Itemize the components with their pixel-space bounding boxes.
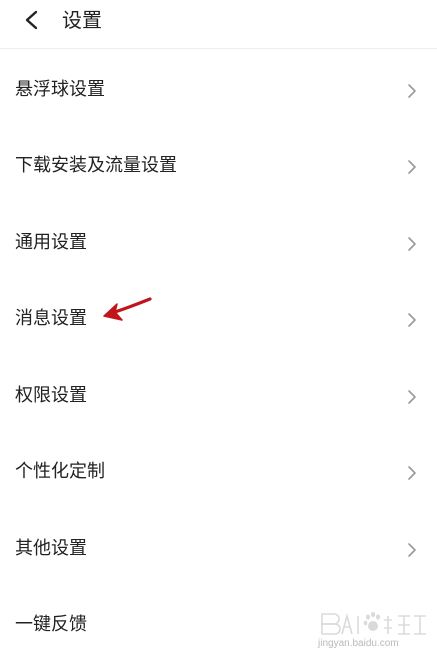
menu-item-message-settings[interactable]: 消息设置	[0, 282, 437, 358]
back-button[interactable]	[16, 6, 48, 36]
chevron-right-icon	[407, 83, 417, 99]
chevron-right-icon	[407, 159, 417, 175]
menu-item-label: 下载安装及流量设置	[15, 155, 177, 176]
menu-item-label: 个性化定制	[15, 461, 105, 482]
chevron-right-icon	[407, 389, 417, 405]
menu-item-label: 一键反馈	[15, 614, 87, 635]
menu-item-label: 悬浮球设置	[15, 79, 105, 100]
chevron-right-icon	[407, 465, 417, 481]
menu-item-floating-ball-settings[interactable]: 悬浮球设置	[0, 53, 437, 129]
chevron-right-icon	[407, 542, 417, 558]
menu-item-general-settings[interactable]: 通用设置	[0, 206, 437, 282]
menu-item-download-traffic-settings[interactable]: 下载安装及流量设置	[0, 129, 437, 205]
menu-item-label: 权限设置	[15, 385, 87, 406]
menu-item-label: 消息设置	[15, 308, 87, 329]
top-bar: 设置	[0, 0, 437, 49]
menu-item-one-click-feedback[interactable]: 一键反馈	[0, 588, 437, 664]
menu-item-label: 通用设置	[15, 232, 87, 253]
chevron-right-icon	[407, 236, 417, 252]
page-title: 设置	[62, 8, 102, 32]
menu-item-permission-settings[interactable]: 权限设置	[0, 359, 437, 435]
chevron-right-icon	[407, 312, 417, 328]
chevron-left-icon	[25, 10, 38, 30]
menu-item-label: 其他设置	[15, 538, 87, 559]
menu-item-other-settings[interactable]: 其他设置	[0, 512, 437, 588]
menu-item-personalization[interactable]: 个性化定制	[0, 435, 437, 511]
